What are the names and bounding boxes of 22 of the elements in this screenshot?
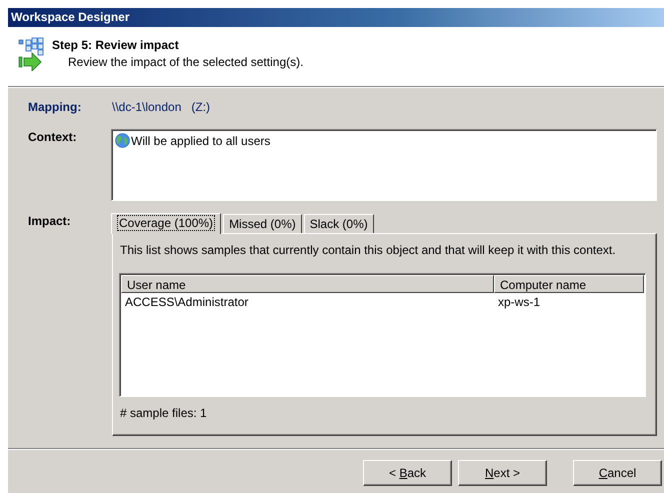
- tab[interactable]: Slack (0%): [304, 214, 374, 233]
- wizard-button[interactable]: Next >: [458, 460, 547, 486]
- step-title: Step 5: Review impact: [52, 38, 180, 52]
- impact-label: Impact:: [27, 214, 72, 228]
- globe-icon: [115, 133, 130, 148]
- table-cell-text: xp-ws-1: [497, 294, 542, 310]
- tab[interactable]: Coverage (100%): [111, 213, 222, 234]
- table-cell-text: ACCESS\Administrator: [124, 294, 250, 310]
- window-title: Workspace Designer: [8, 8, 664, 27]
- mapping-value: \\dc-1\london (Z:): [112, 100, 210, 114]
- tab[interactable]: Missed (0%): [223, 214, 302, 233]
- context-label: Context:: [27, 130, 78, 144]
- column-header[interactable]: Computer name: [494, 275, 644, 293]
- wizard-button[interactable]: Cancel: [573, 460, 662, 486]
- context-item: Will be applied to all users: [131, 134, 270, 148]
- grid-arrow-icon: [18, 37, 44, 71]
- step-description: Review the impact of the selected setting(s).: [68, 55, 304, 69]
- sample-count: # sample files: 1: [120, 406, 208, 420]
- wizard-button[interactable]: < Back: [363, 460, 452, 486]
- list-description: This list shows samples that currently contain this object and that will keep it with this context.: [120, 243, 617, 257]
- mapping-label: Mapping:: [27, 100, 82, 114]
- column-header[interactable]: User name: [121, 275, 494, 293]
